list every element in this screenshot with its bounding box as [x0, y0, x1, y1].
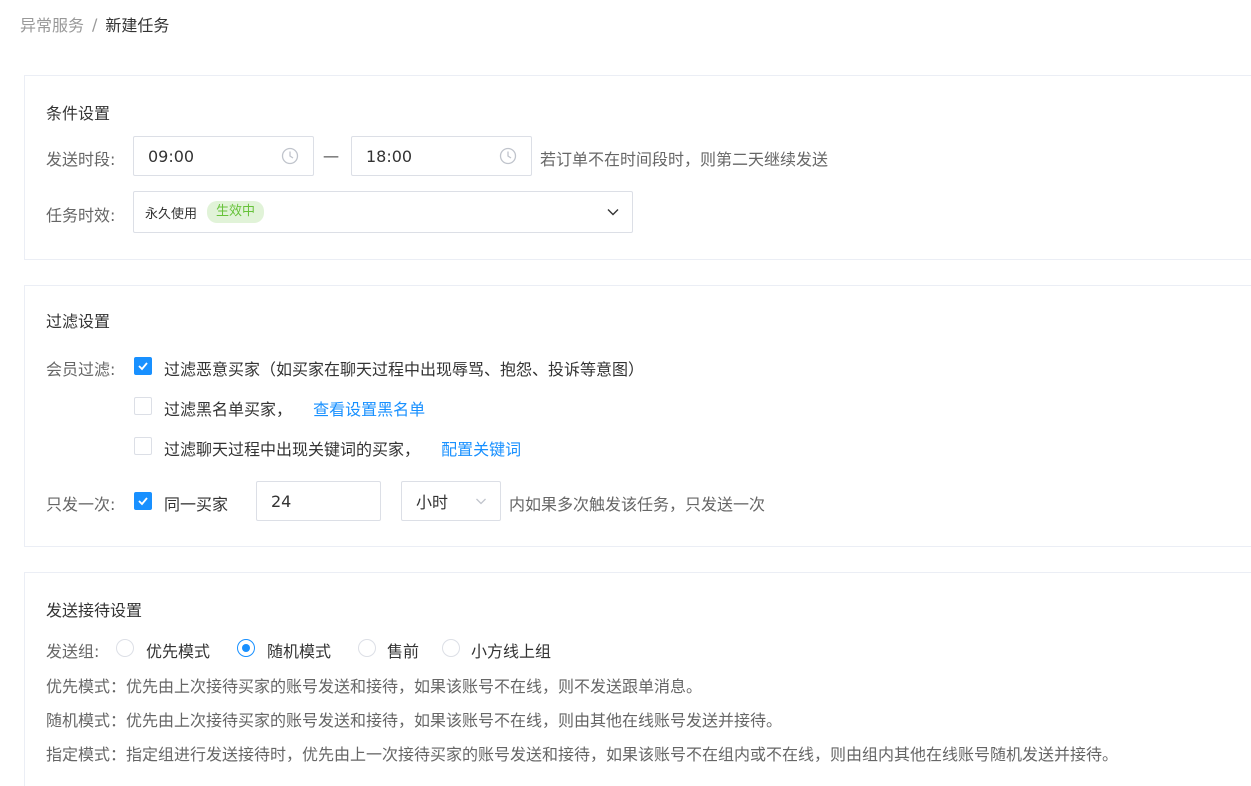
- clock-icon: [499, 147, 517, 165]
- filter-keyword-checkbox[interactable]: [134, 437, 152, 455]
- end-time-input[interactable]: 18:00: [351, 136, 532, 176]
- send-once-label: 只发一次:: [46, 495, 116, 514]
- unit-select[interactable]: 小时: [401, 481, 501, 521]
- validity-value: 永久使用: [145, 206, 198, 222]
- clock-icon: [281, 147, 299, 165]
- start-time-input[interactable]: 09:00: [133, 136, 314, 176]
- send-period-hint: 若订单不在时间段时，则第二天继续发送: [540, 150, 829, 169]
- priority-mode-label[interactable]: 优先模式: [146, 638, 210, 662]
- breadcrumb: 异常服务 / 新建任务: [20, 12, 169, 36]
- member-filter-label: 会员过滤:: [46, 360, 116, 379]
- hours-value: 24: [271, 491, 292, 511]
- same-buyer-label[interactable]: 同一买家: [164, 491, 228, 515]
- filter-blacklist-label: 过滤黑名单买家， 查看设置黑名单: [164, 396, 425, 420]
- hours-input[interactable]: 24: [256, 481, 381, 521]
- radio-presale[interactable]: [358, 639, 376, 657]
- conditions-title: 条件设置: [46, 104, 111, 123]
- random-mode-description: 随机模式：优先由上次接待买家的账号发送和接待，如果该账号不在线，则由其他在线账号…: [46, 711, 783, 730]
- filters-card: 过滤设置 会员过滤: 过滤恶意买家（如买家在聊天过程中出现辱骂、抱怨、投诉等意图…: [24, 285, 1251, 547]
- status-badge: 生效中: [207, 201, 265, 223]
- radio-xiaofang-online[interactable]: [442, 639, 460, 657]
- filter-blacklist-text[interactable]: 过滤黑名单买家，: [164, 400, 292, 419]
- filter-malicious-checkbox[interactable]: [134, 357, 152, 375]
- filter-malicious-label[interactable]: 过滤恶意买家（如买家在聊天过程中出现辱骂、抱怨、投诉等意图）: [164, 356, 644, 380]
- same-buyer-checkbox[interactable]: [134, 492, 152, 510]
- send-period-label: 发送时段:: [46, 150, 116, 169]
- chevron-down-icon: [607, 209, 619, 216]
- conditions-card: 条件设置 发送时段: 09:00 一 18:00 若订单不在时间段时，则第二天继…: [24, 75, 1251, 260]
- config-keywords-link[interactable]: 配置关键词: [441, 440, 521, 459]
- radio-priority-mode[interactable]: [116, 639, 134, 657]
- view-blacklist-link[interactable]: 查看设置黑名单: [313, 400, 425, 419]
- filters-title: 过滤设置: [46, 312, 111, 331]
- time-range-dash: 一: [323, 148, 340, 167]
- presale-label[interactable]: 售前: [387, 638, 419, 662]
- check-icon: [138, 497, 148, 506]
- filter-keyword-text[interactable]: 过滤聊天过程中出现关键词的买家，: [164, 440, 420, 459]
- chevron-down-icon: [476, 498, 486, 505]
- check-icon: [138, 362, 148, 371]
- designated-mode-description: 指定模式：指定组进行发送接待时，优先由上一次接待买家的账号发送和接待，如果该账号…: [46, 745, 1119, 764]
- validity-label: 任务时效:: [46, 206, 116, 225]
- breadcrumb-parent[interactable]: 异常服务: [20, 12, 84, 36]
- filter-blacklist-checkbox[interactable]: [134, 397, 152, 415]
- end-time-value: 18:00: [366, 146, 413, 166]
- breadcrumb-current: 新建任务: [105, 16, 170, 35]
- random-mode-label[interactable]: 随机模式: [267, 638, 331, 662]
- unit-value: 小时: [416, 493, 449, 512]
- send-once-hint: 内如果多次触发该任务，只发送一次: [509, 495, 766, 514]
- priority-mode-description: 优先模式：优先由上次接待买家的账号发送和接待，如果该账号不在线，则不发送跟单消息…: [46, 677, 703, 696]
- filter-keyword-label: 过滤聊天过程中出现关键词的买家， 配置关键词: [164, 436, 521, 460]
- start-time-value: 09:00: [148, 146, 195, 166]
- radio-random-mode[interactable]: [237, 639, 255, 657]
- dispatch-title: 发送接待设置: [46, 601, 143, 620]
- send-group-label: 发送组:: [46, 642, 100, 661]
- breadcrumb-separator: /: [92, 14, 98, 34]
- xiaofang-online-label[interactable]: 小方线上组: [471, 638, 551, 662]
- dispatch-card: 发送接待设置 发送组: 优先模式 随机模式 售前 小方线上组 优先模式：优先由上…: [24, 572, 1251, 786]
- validity-select[interactable]: 永久使用 生效中: [133, 191, 633, 233]
